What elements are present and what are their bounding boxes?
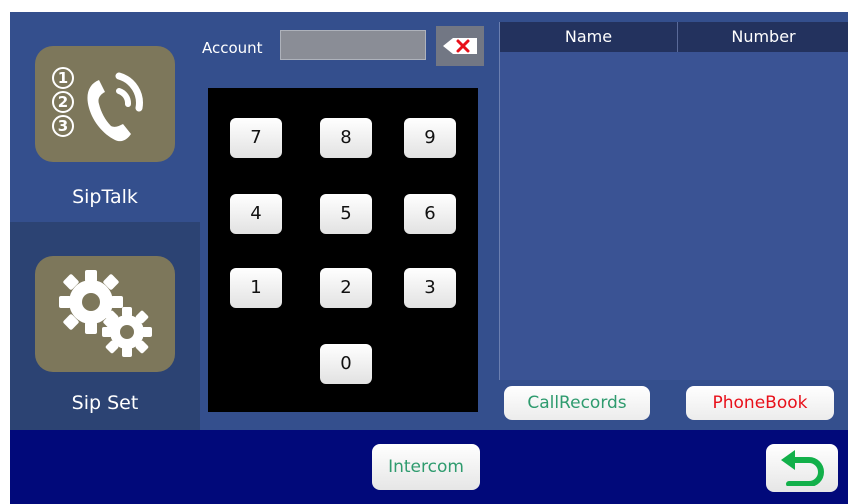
sidebar-item-siptalk[interactable]: 1 2 3 SipTalk bbox=[10, 12, 200, 222]
key-0[interactable]: 0 bbox=[320, 344, 372, 384]
sidebar: 1 2 3 SipTalk Sip Set bbox=[10, 12, 200, 430]
call-records-button[interactable]: CallRecords bbox=[504, 386, 650, 420]
sip-talk-icon: 1 2 3 bbox=[35, 46, 175, 162]
delete-button[interactable] bbox=[436, 26, 484, 66]
svg-text:1: 1 bbox=[58, 69, 68, 87]
svg-text:3: 3 bbox=[58, 117, 68, 135]
sidebar-item-label: SipTalk bbox=[72, 186, 138, 208]
key-4[interactable]: 4 bbox=[230, 194, 282, 234]
account-label: Account bbox=[202, 39, 263, 57]
back-button[interactable] bbox=[766, 444, 838, 492]
key-5[interactable]: 5 bbox=[320, 194, 372, 234]
phonebook-button[interactable]: PhoneBook bbox=[686, 386, 834, 420]
key-8[interactable]: 8 bbox=[320, 118, 372, 158]
key-2[interactable]: 2 bbox=[320, 268, 372, 308]
key-9[interactable]: 9 bbox=[404, 118, 456, 158]
settings-gears-icon bbox=[35, 256, 175, 372]
key-6[interactable]: 6 bbox=[404, 194, 456, 234]
sidebar-item-label: Sip Set bbox=[71, 392, 139, 414]
sidebar-item-sip-set[interactable]: Sip Set bbox=[10, 222, 200, 430]
column-header-name[interactable]: Name bbox=[500, 22, 678, 52]
intercom-button[interactable]: Intercom bbox=[372, 444, 480, 490]
backspace-icon bbox=[443, 38, 477, 54]
key-7[interactable]: 7 bbox=[230, 118, 282, 158]
account-input[interactable] bbox=[280, 30, 426, 60]
svg-text:2: 2 bbox=[58, 93, 68, 111]
bottom-bar: Intercom bbox=[10, 430, 848, 504]
contacts-table: Name Number bbox=[499, 22, 848, 380]
sip-screen: 1 2 3 SipTalk Sip Set Account 7 8 9 4 5 … bbox=[10, 12, 848, 504]
table-header: Name Number bbox=[500, 22, 848, 52]
table-body[interactable] bbox=[500, 52, 848, 380]
keypad: 7 8 9 4 5 6 1 2 3 0 bbox=[208, 88, 478, 412]
key-1[interactable]: 1 bbox=[230, 268, 282, 308]
column-header-number[interactable]: Number bbox=[678, 22, 848, 52]
key-3[interactable]: 3 bbox=[404, 268, 456, 308]
return-arrow-icon bbox=[781, 450, 824, 486]
